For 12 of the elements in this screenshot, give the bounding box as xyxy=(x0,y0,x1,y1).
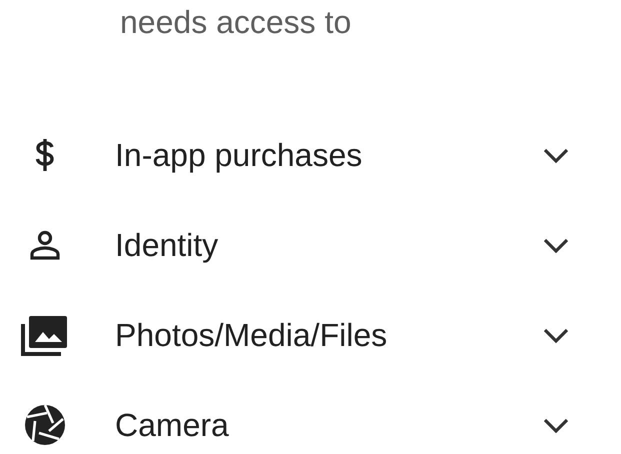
header-text: needs access to xyxy=(120,4,352,40)
permission-label: Photos/Media/Files xyxy=(115,316,388,354)
permission-label: Identity xyxy=(115,226,220,264)
chevron-icon[interactable] xyxy=(543,147,569,163)
permission-label: Camera xyxy=(115,406,230,444)
chevron-icon[interactable] xyxy=(543,237,569,253)
aperture-icon xyxy=(23,403,67,447)
chevron-icon[interactable] xyxy=(543,327,569,343)
person-icon xyxy=(29,229,61,261)
chevron-icon[interactable] xyxy=(543,417,569,433)
permission-label: In-app purchases xyxy=(115,136,364,174)
photos-icon xyxy=(21,314,69,356)
